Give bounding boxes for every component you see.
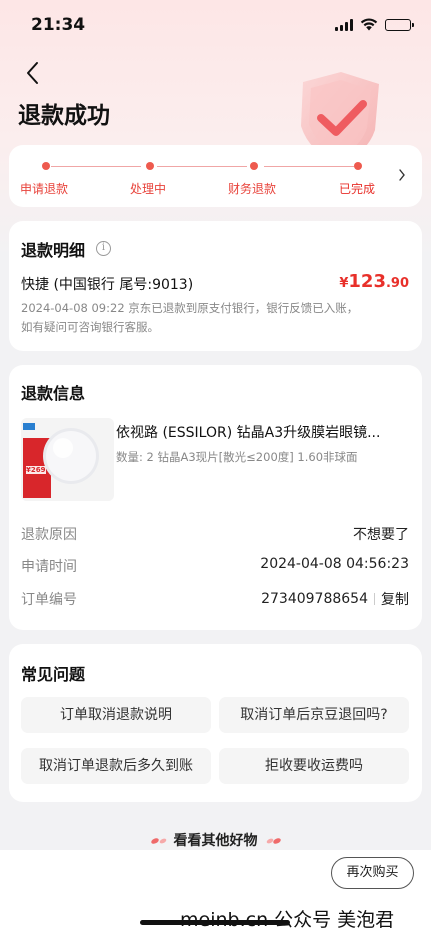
progress-step-label: 已完成	[339, 182, 376, 196]
progress-step-label: 财务退款	[228, 182, 277, 196]
page-title: 退款成功	[18, 103, 110, 129]
status-icons	[335, 18, 414, 31]
apply-time-value: 2024-04-08 04:56:23	[260, 556, 409, 572]
progress-step-dot	[354, 162, 362, 170]
watermark-text: meinb.cn 公众号 美泡君	[180, 909, 395, 931]
refund-note: 2024-04-08 09:22 京东已退款到原支付银行，银行反馈已入账，如有疑…	[21, 301, 359, 334]
faq-item[interactable]: 拒收要收运费吗	[219, 748, 409, 784]
status-time: 21:34	[31, 15, 86, 35]
status-bar: 21:34	[0, 0, 431, 48]
product-price-tag: ¥269	[26, 466, 46, 474]
progress-step-dot	[42, 162, 50, 170]
more-goods-label: 看看其他好物	[173, 833, 258, 849]
refund-progress[interactable]: 申请退款 处理中 财务退款 已完成	[9, 145, 422, 207]
back-button[interactable]	[18, 58, 48, 88]
product-spec: 数量: 2 钻晶A3现片[散光≤200度] 1.60非球面	[116, 450, 358, 464]
refund-method: 快捷 (中国银行 尾号:9013)	[21, 277, 194, 293]
refund-reason-row: 退款原因 不想要了	[21, 524, 409, 544]
info-icon[interactable]: i	[96, 241, 111, 256]
faq-item[interactable]: 订单取消退款说明	[21, 697, 211, 733]
lens-product-image	[21, 418, 114, 501]
faq-item[interactable]: 取消订单后京豆退回吗?	[219, 697, 409, 733]
refund-detail-card: 退款明细 i 快捷 (中国银行 尾号:9013) ¥123.90 2024-04…	[9, 221, 422, 351]
faq-card: 常见问题 订单取消退款说明 取消订单后京豆退回吗? 取消订单退款后多久到账 拒收…	[9, 644, 422, 802]
refund-amount: ¥123.90	[339, 271, 409, 292]
refund-reason-label: 退款原因	[21, 527, 77, 543]
divider	[374, 593, 375, 605]
refund-reason-value: 不想要了	[353, 527, 409, 543]
progress-step-label: 处理中	[130, 182, 167, 196]
product-name[interactable]: 依视路 (ESSILOR) 钻晶A3升级膜岩眼镜...	[116, 422, 411, 442]
progress-step-dot	[250, 162, 258, 170]
rebuy-button[interactable]: 再次购买	[331, 857, 414, 889]
refund-detail-title: 退款明细	[21, 241, 86, 260]
progress-line	[51, 166, 141, 167]
apply-time-label: 申请时间	[21, 559, 77, 575]
refund-info-title: 退款信息	[21, 384, 86, 403]
wifi-icon	[360, 18, 378, 31]
more-goods-header: 看看其他好物	[0, 830, 431, 850]
progress-step-label: 申请退款	[20, 182, 69, 196]
battery-icon	[385, 18, 414, 31]
progress-line	[264, 166, 354, 167]
order-number-group: 273409788654 复制	[261, 589, 409, 609]
order-number-label: 订单编号	[21, 592, 77, 608]
order-number-value: 273409788654	[261, 591, 368, 607]
signal-icon	[335, 18, 353, 31]
bottom-bar: 再次购买 meinb.cn 公众号 美泡君	[0, 850, 431, 933]
decor-left-icon	[150, 838, 166, 844]
apply-time-row: 申请时间 2024-04-08 04:56:23	[21, 556, 409, 576]
order-number-row: 订单编号 273409788654 复制	[21, 589, 409, 609]
faq-title: 常见问题	[21, 665, 86, 684]
refund-info-card: 退款信息 ¥269 依视路 (ESSILOR) 钻晶A3升级膜岩眼镜... 数量…	[9, 365, 422, 630]
copy-button[interactable]: 复制	[381, 589, 409, 609]
progress-step-dot	[146, 162, 154, 170]
faq-item[interactable]: 取消订单退款后多久到账	[21, 748, 211, 784]
product-image[interactable]: ¥269	[21, 418, 114, 501]
home-indicator[interactable]	[140, 920, 290, 925]
chevron-right-icon[interactable]	[398, 169, 406, 181]
progress-line	[157, 166, 247, 167]
decor-right-icon	[267, 838, 282, 844]
